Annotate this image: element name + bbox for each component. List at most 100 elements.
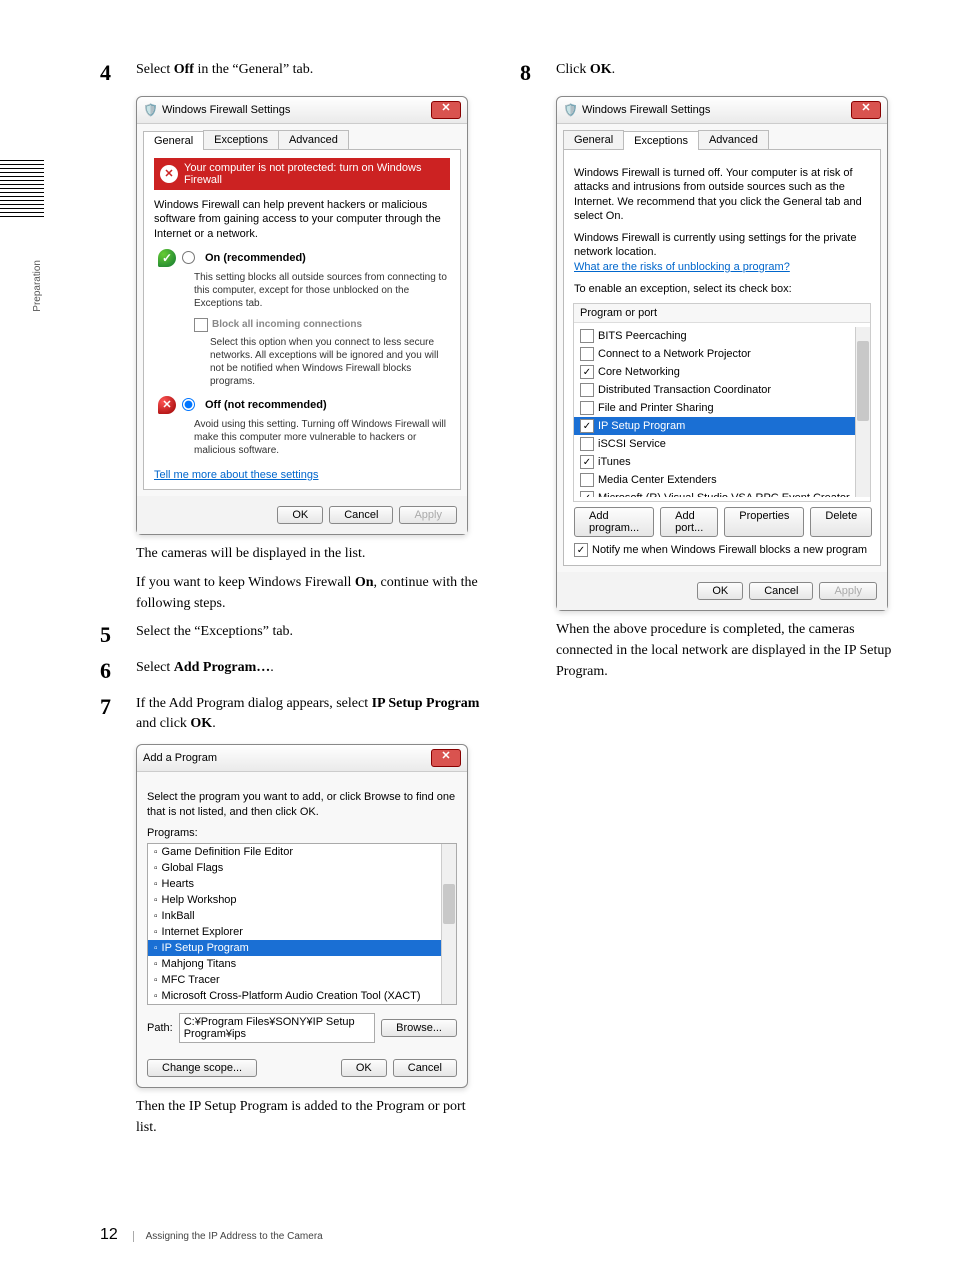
scrollbar[interactable] [855, 327, 870, 497]
notify-checkbox-row[interactable]: ✓ Notify me when Windows Firewall blocks… [574, 543, 870, 557]
more-settings-link[interactable]: Tell me more about these settings [154, 469, 450, 481]
dialog-body: Select the program you want to add, or c… [137, 772, 467, 1087]
program-icon: ▫ [154, 943, 158, 954]
close-button[interactable]: ✕ [431, 101, 461, 119]
cancel-button[interactable]: Cancel [393, 1059, 457, 1077]
page-number: 12 [100, 1226, 118, 1243]
off-option[interactable]: ✕ Off (not recommended) Avoid using this… [158, 396, 450, 457]
list-item[interactable]: ▫Microsoft FxCop 1.35 [148, 1004, 456, 1005]
checkbox-icon[interactable]: ✓ [580, 455, 594, 469]
list-item[interactable]: ✓iTunes [574, 453, 870, 471]
step-text: If the Add Program dialog appears, selec… [136, 694, 480, 735]
intro-text: Windows Firewall can help prevent hacker… [154, 198, 450, 241]
tab-strip: General Exceptions Advanced [143, 130, 461, 150]
program-icon: ▫ [154, 879, 158, 890]
tab-general[interactable]: General [563, 130, 624, 149]
step-number: 7 [100, 694, 120, 720]
apply-button[interactable]: Apply [819, 582, 877, 600]
tab-general[interactable]: General [143, 131, 204, 150]
ok-button[interactable]: OK [277, 506, 323, 524]
list-item[interactable]: File and Printer Sharing [574, 399, 870, 417]
path-input[interactable]: C:¥Program Files¥SONY¥IP Setup Program¥i… [179, 1013, 375, 1043]
checkbox-icon[interactable] [580, 329, 594, 343]
tab-advanced[interactable]: Advanced [278, 130, 349, 149]
list-item[interactable]: ▫Microsoft Cross-Platform Audio Creation… [148, 988, 456, 1004]
list-item[interactable]: ▫Game Definition File Editor [148, 844, 456, 860]
checkbox-icon[interactable]: ✓ [580, 491, 594, 497]
step-text: Select the “Exceptions” tab. [136, 622, 293, 642]
scrollbar[interactable] [441, 844, 456, 1004]
checkbox-icon[interactable] [580, 437, 594, 451]
footer-text: Assigning the IP Address to the Camera [133, 1231, 323, 1242]
list-item[interactable]: ✓Core Networking [574, 363, 870, 381]
list-item[interactable]: iSCSI Service [574, 435, 870, 453]
add-program-dialog: Add a Program ✕ Select the program you w… [136, 744, 468, 1088]
dialog-titlebar: 🛡️ Windows Firewall Settings ✕ [137, 97, 467, 124]
programs-listbox[interactable]: ▫Game Definition File Editor▫Global Flag… [147, 843, 457, 1005]
add-port-button[interactable]: Add port... [660, 507, 718, 537]
list-item[interactable]: Media Center Extenders [574, 471, 870, 489]
radio-off[interactable] [182, 398, 195, 411]
list-item[interactable]: ▫Global Flags [148, 860, 456, 876]
exceptions-listbox[interactable]: BITS PeercachingConnect to a Network Pro… [574, 327, 870, 497]
delete-button[interactable]: Delete [810, 507, 872, 537]
cancel-button[interactable]: Cancel [329, 506, 393, 524]
add-program-button[interactable]: Add program... [574, 507, 654, 537]
scroll-thumb[interactable] [857, 341, 869, 421]
checkbox-icon[interactable]: ✓ [580, 419, 594, 433]
program-icon: ▫ [154, 895, 158, 906]
apply-button[interactable]: Apply [399, 506, 457, 524]
path-row: Path: C:¥Program Files¥SONY¥IP Setup Pro… [147, 1013, 457, 1043]
step-4: 4 Select Off in the “General” tab. [100, 60, 480, 86]
list-item[interactable]: Connect to a Network Projector [574, 345, 870, 363]
scroll-thumb[interactable] [443, 884, 455, 924]
list-item[interactable]: ✓Microsoft (R) Visual Studio VSA RPC Eve… [574, 489, 870, 497]
list-item[interactable]: ▫Hearts [148, 876, 456, 892]
browse-button[interactable]: Browse... [381, 1019, 457, 1037]
cancel-button[interactable]: Cancel [749, 582, 813, 600]
radio-on[interactable] [182, 251, 195, 264]
ok-button[interactable]: OK [341, 1059, 387, 1077]
margin-stripes [0, 160, 44, 220]
dialog-button-row: OK Cancel Apply [557, 572, 887, 610]
tab-advanced[interactable]: Advanced [698, 130, 769, 149]
checkbox-icon[interactable] [580, 347, 594, 361]
list-item[interactable]: ▫IP Setup Program [148, 940, 456, 956]
checkbox-icon[interactable] [580, 383, 594, 397]
checkbox-icon[interactable]: ✓ [574, 543, 588, 557]
dialog-body: ✕ Your computer is not protected: turn o… [143, 150, 461, 490]
tab-exceptions[interactable]: Exceptions [623, 131, 699, 150]
warning-banner: ✕ Your computer is not protected: turn o… [154, 158, 450, 190]
page-footer: 12 Assigning the IP Address to the Camer… [40, 1226, 914, 1244]
column-header: Program or port [574, 304, 870, 323]
close-button[interactable]: ✕ [431, 749, 461, 767]
risks-link[interactable]: What are the risks of unblocking a progr… [574, 261, 790, 273]
list-item[interactable]: ✓IP Setup Program [574, 417, 870, 435]
ok-button[interactable]: OK [697, 582, 743, 600]
change-scope-button[interactable]: Change scope... [147, 1059, 257, 1077]
list-item[interactable]: ▫InkBall [148, 908, 456, 924]
step-number: 4 [100, 60, 120, 86]
list-item[interactable]: ▫MFC Tracer [148, 972, 456, 988]
checkbox-icon[interactable] [580, 473, 594, 487]
shield-on-icon: ✓ [158, 249, 176, 267]
checkbox-icon[interactable] [194, 318, 208, 332]
list-item[interactable]: Distributed Transaction Coordinator [574, 381, 870, 399]
step-number: 5 [100, 622, 120, 648]
list-item[interactable]: ▫Internet Explorer [148, 924, 456, 940]
block-all-option[interactable]: Block all incoming connections [194, 318, 450, 332]
properties-button[interactable]: Properties [724, 507, 804, 537]
dialog-title: Windows Firewall Settings [162, 104, 290, 116]
tab-exceptions[interactable]: Exceptions [203, 130, 279, 149]
close-button[interactable]: ✕ [851, 101, 881, 119]
side-section-label: Preparation [32, 260, 43, 312]
checkbox-icon[interactable]: ✓ [580, 365, 594, 379]
step-number: 8 [520, 60, 540, 86]
list-item[interactable]: BITS Peercaching [574, 327, 870, 345]
list-item[interactable]: ▫Help Workshop [148, 892, 456, 908]
list-item[interactable]: ▫Mahjong Titans [148, 956, 456, 972]
warning-icon: ✕ [160, 165, 178, 183]
firewall-exceptions-dialog: 🛡️ Windows Firewall Settings ✕ General E… [556, 96, 888, 611]
on-option[interactable]: ✓ On (recommended) This setting blocks a… [158, 249, 450, 388]
checkbox-icon[interactable] [580, 401, 594, 415]
